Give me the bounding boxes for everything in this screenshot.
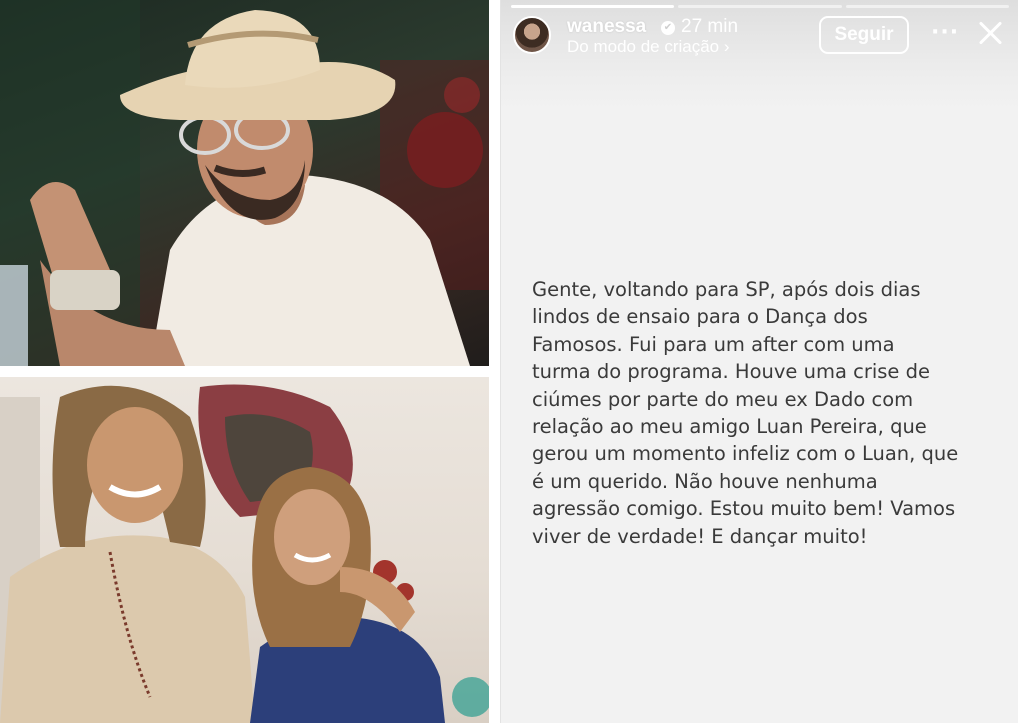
progress-segment (678, 5, 842, 8)
photo-man-in-cowboy-hat (0, 0, 489, 366)
more-options-icon[interactable]: ··· (931, 20, 959, 45)
story-text-line: relação ao meu amigo Luan Pereira, que (532, 415, 927, 439)
verified-badge-icon: ✔ (661, 21, 675, 35)
username[interactable]: wanessa (567, 16, 646, 38)
story-text: Gente, voltando para SP, após dois dias … (532, 276, 1002, 550)
photo-couple-portrait (0, 377, 489, 723)
post-time: 27 min (681, 16, 739, 37)
story-text-line: é um querido. Não houve nenhuma (532, 469, 878, 493)
story-text-line: gerou um momento infeliz com o Luan, que (532, 442, 959, 466)
story-source-label: Do modo de criação (567, 37, 720, 56)
story-source-link[interactable]: Do modo de criação › (567, 37, 730, 57)
follow-button[interactable]: Seguir (819, 16, 909, 54)
story-text-line: turma do programa. Houve uma crise de (532, 360, 930, 384)
story-text-line: ciúmes por parte do meu ex Dado com (532, 387, 914, 411)
story-text-line: viver de verdade! E dançar muito! (532, 524, 868, 548)
story-text-line: Famosos. Fui para um after com uma (532, 332, 895, 356)
close-icon[interactable] (977, 20, 1003, 46)
story-text-line: lindos de ensaio para o Dança dos (532, 305, 868, 329)
avatar[interactable] (513, 16, 551, 54)
story-progress-bar (511, 5, 1009, 8)
story-header: wanessa ✔ 27 min Do modo de criação › Se… (513, 14, 1007, 58)
chevron-right-icon: › (723, 37, 730, 56)
progress-segment (845, 5, 1009, 8)
progress-segment (511, 5, 675, 8)
photo-collage (0, 0, 496, 723)
story-text-line: agressão comigo. Estou muito bem! Vamos (532, 497, 956, 521)
instagram-story[interactable]: wanessa ✔ 27 min Do modo de criação › Se… (500, 0, 1018, 723)
story-text-line: Gente, voltando para SP, após dois dias (532, 278, 921, 301)
